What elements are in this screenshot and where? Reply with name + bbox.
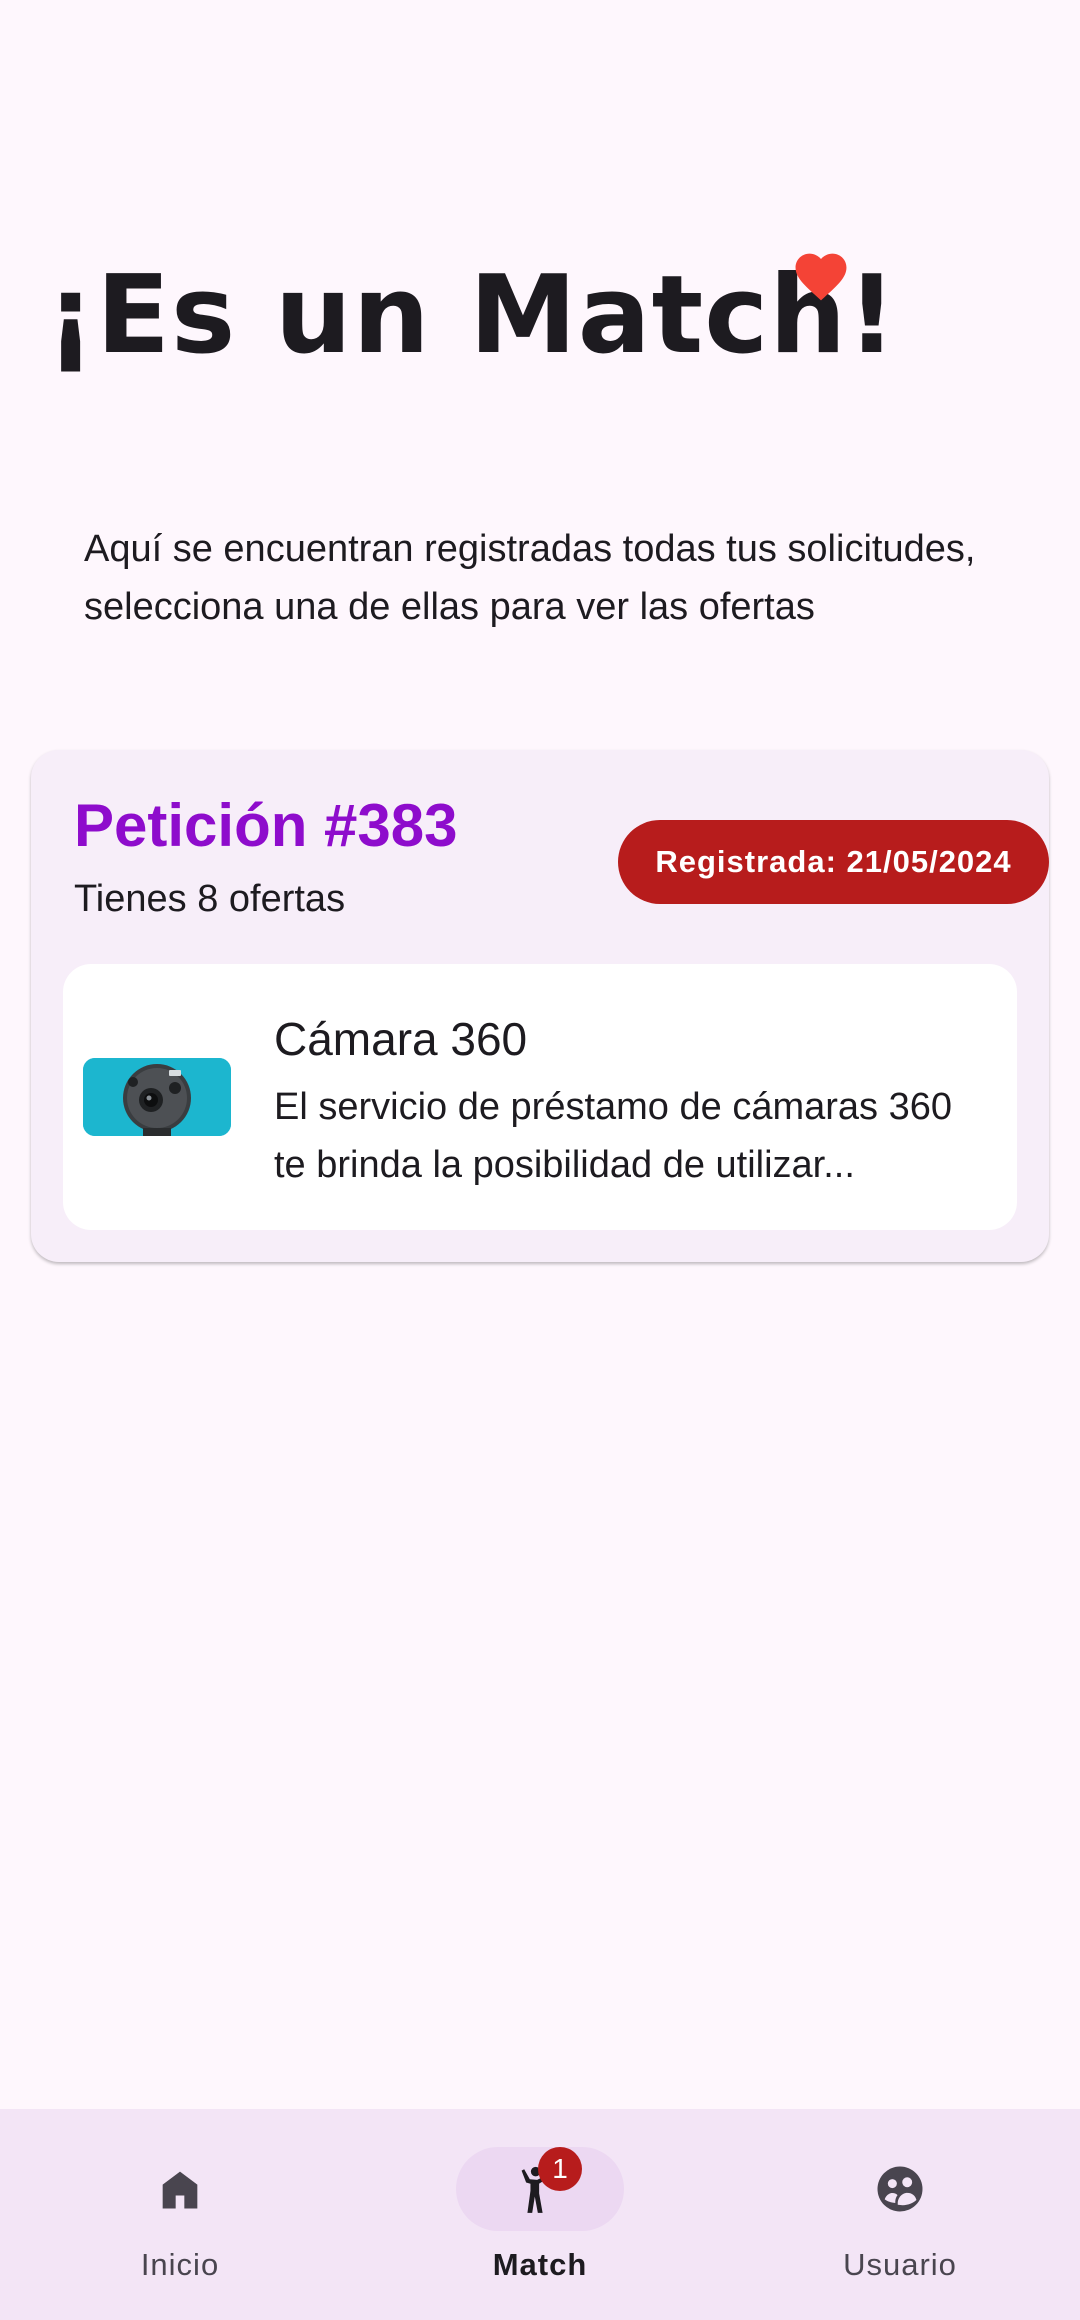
- match-notification-badge: 1: [538, 2147, 582, 2191]
- offer-name: Cámara 360: [274, 1013, 528, 1065]
- home-icon: [162, 2171, 198, 2209]
- camera-360-thumbnail: [83, 1058, 231, 1136]
- bottom-navigation: Inicio Match Usuario: [0, 2109, 1080, 2320]
- offer-list-item[interactable]: Cámara 360 El servicio de préstamo de cá…: [63, 964, 1017, 1230]
- request-title: Petición #383: [74, 792, 458, 859]
- group-icon: [877, 2166, 923, 2212]
- nav-item-inicio[interactable]: Inicio: [0, 2109, 360, 2320]
- nav-label-usuario: Usuario: [843, 2247, 957, 2282]
- nav-label-match: Match: [492, 2247, 588, 2282]
- offers-count: Tienes 8 ofertas: [74, 878, 346, 920]
- page-title: ¡Es un Match!: [46, 253, 898, 379]
- heart-icon: [795, 253, 847, 301]
- request-card[interactable]: Petición #383 Tienes 8 ofertas Registrad…: [31, 750, 1049, 1262]
- registration-date-badge: Registrada: 21/05/2024: [618, 820, 1049, 904]
- nav-item-usuario[interactable]: Usuario: [720, 2109, 1080, 2320]
- nav-item-match[interactable]: Match: [360, 2109, 720, 2320]
- page-description: Aquí se encuentran registradas todas tus…: [84, 528, 976, 628]
- nav-label-inicio: Inicio: [140, 2247, 220, 2282]
- offer-description: El servicio de préstamo de cámaras 360 t…: [274, 1086, 952, 1186]
